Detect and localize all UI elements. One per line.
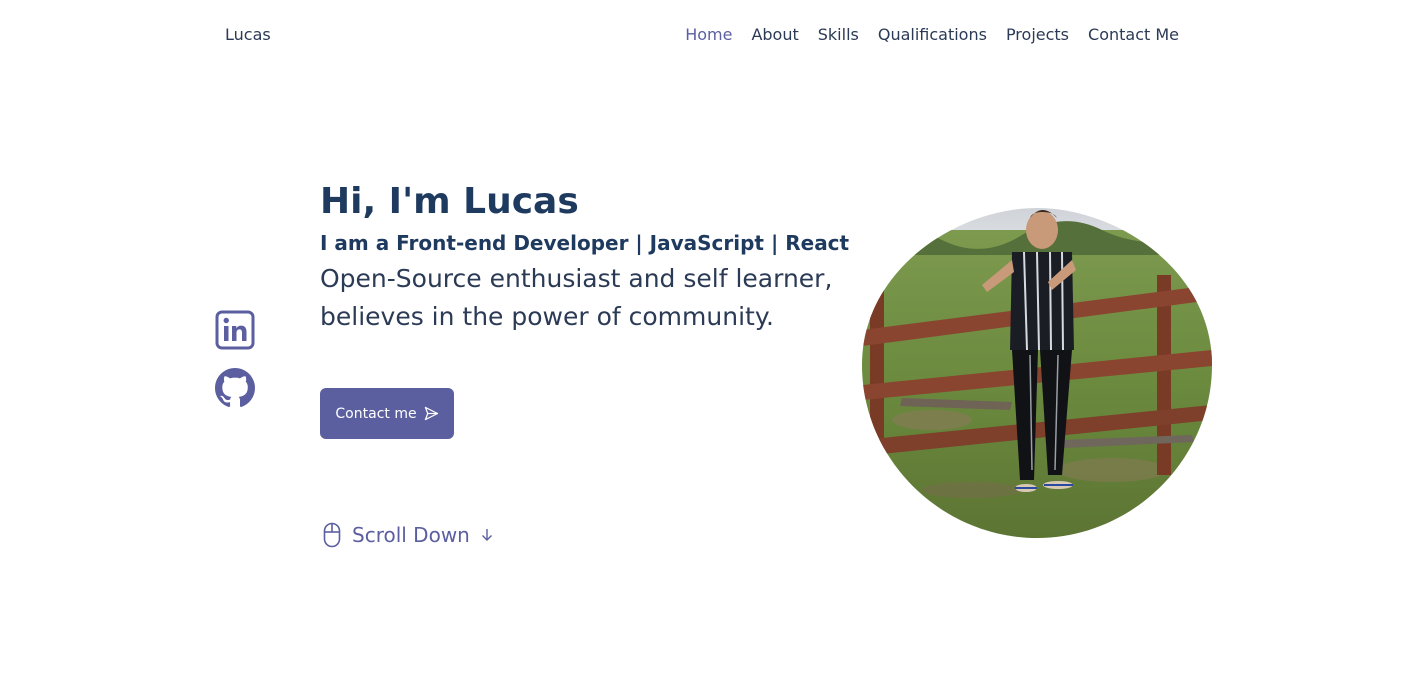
- nav-home[interactable]: Home: [685, 25, 732, 44]
- logo-link[interactable]: Lucas: [225, 25, 271, 44]
- send-icon: [424, 406, 438, 421]
- nav-projects[interactable]: Projects: [1006, 25, 1069, 44]
- hero-description: Open-Source enthusiast and self learner,…: [320, 260, 860, 336]
- github-icon[interactable]: [215, 368, 255, 408]
- mouse-icon: [323, 522, 341, 548]
- hero-description-line1: Open-Source enthusiast and self learner,: [320, 264, 833, 293]
- nav-contact-me[interactable]: Contact Me: [1088, 25, 1179, 44]
- hero-text: Hi, I'm Lucas I am a Front-end Developer…: [320, 180, 860, 336]
- nav-skills[interactable]: Skills: [818, 25, 859, 44]
- scroll-down-label: Scroll Down: [352, 523, 470, 547]
- hero-description-line2: believes in the power of community.: [320, 302, 775, 331]
- contact-me-label: Contact me: [335, 405, 417, 422]
- profile-photo: [862, 190, 1212, 540]
- scroll-down-link[interactable]: Scroll Down: [322, 522, 494, 548]
- social-links: [215, 310, 255, 426]
- hero-title: Hi, I'm Lucas: [320, 181, 579, 222]
- main-nav: Home About Skills Qualifications Project…: [685, 25, 1179, 44]
- header: Lucas Home About Skills Qualifications P…: [0, 0, 1425, 72]
- arrow-down-icon: [481, 529, 492, 541]
- nav-qualifications[interactable]: Qualifications: [878, 25, 987, 44]
- contact-me-button[interactable]: Contact me: [320, 388, 454, 439]
- hero-subtitle: I am a Front-end Developer | JavaScript …: [320, 231, 850, 255]
- linkedin-icon[interactable]: [215, 310, 255, 350]
- nav-about[interactable]: About: [751, 25, 798, 44]
